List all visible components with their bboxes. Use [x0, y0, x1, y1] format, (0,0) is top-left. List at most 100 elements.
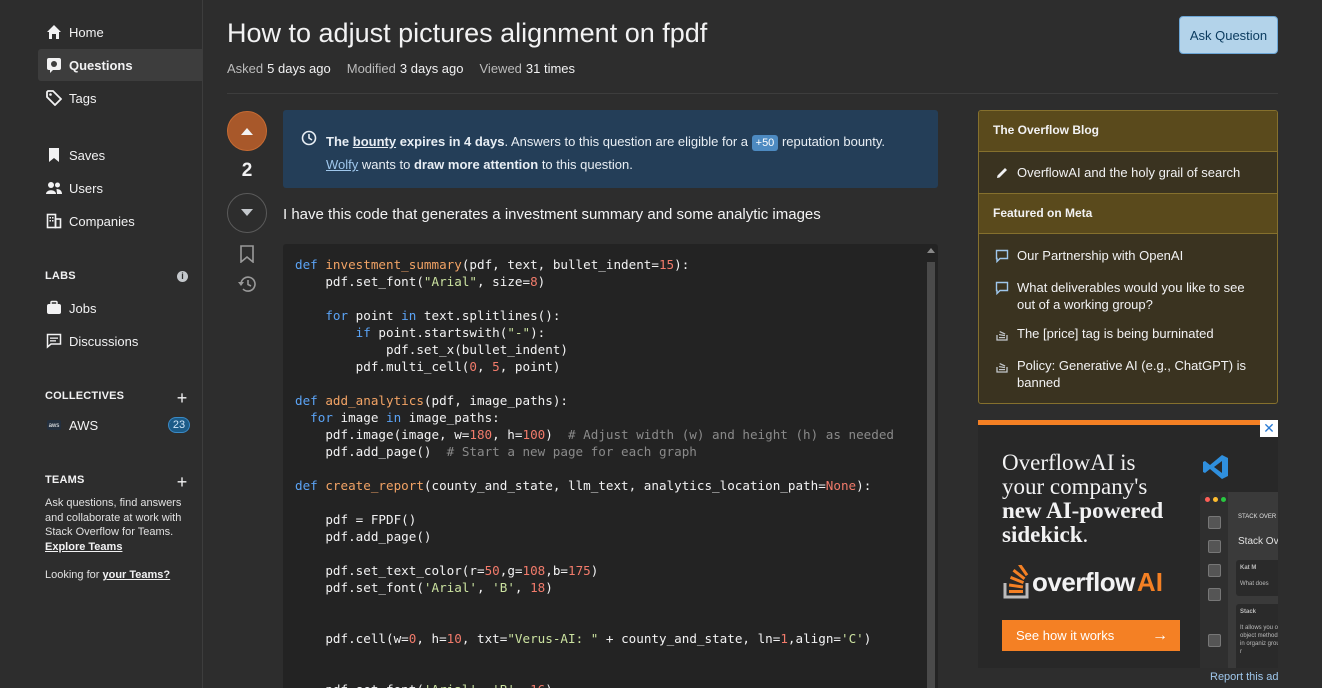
chat-bubble-icon	[995, 281, 1009, 295]
info-icon[interactable]: i	[177, 271, 188, 282]
teams-title: TEAMS	[45, 474, 85, 486]
bounty-text-3: wants to	[361, 157, 411, 172]
tag-icon	[46, 90, 62, 106]
bounty-expires: expires in 4 days	[399, 134, 505, 149]
bounty-link[interactable]: bounty	[353, 134, 396, 149]
preview-icon	[1208, 588, 1221, 601]
modified-value[interactable]: 3 days ago	[400, 61, 464, 76]
bounty-line-1: The bounty expires in 4 days. Answers to…	[326, 130, 922, 153]
nav-users[interactable]: Users	[38, 172, 202, 204]
ad-panel-user: Kat M	[1240, 565, 1257, 571]
ad-panel-question: What does	[1240, 581, 1269, 587]
briefcase-icon	[47, 300, 61, 314]
ad-line-3: new AI-powered	[1002, 498, 1164, 523]
meta-item[interactable]: What deliverables would you like to see …	[995, 279, 1265, 313]
stackoverflow-logo-icon	[1003, 565, 1029, 599]
bounty-notice: The bounty expires in 4 days. Answers to…	[283, 110, 938, 188]
ad-app-preview: STACK OVER Stack Ov Kat M What does Stac…	[1200, 492, 1278, 668]
preview-icon	[1208, 564, 1221, 577]
code-scrollbar[interactable]	[926, 248, 936, 688]
stackoverflow-icon	[996, 330, 1008, 341]
ad-panel-answer: It allows you of an object methods o in …	[1240, 625, 1278, 655]
add-team-button[interactable]: +	[175, 473, 189, 491]
history-icon[interactable]	[237, 275, 257, 293]
questions-icon	[47, 58, 61, 73]
scroll-thumb[interactable]	[927, 262, 935, 688]
modified-label: Modified	[346, 61, 396, 76]
ad-headline: OverflowAI is your company's new AI-powe…	[1002, 451, 1192, 547]
arrow-down-icon	[241, 209, 253, 216]
nav-questions[interactable]: Questions	[38, 49, 202, 81]
collectives-title: COLLECTIVES	[45, 390, 125, 402]
preview-icon	[1208, 634, 1221, 647]
nav-saves-label: Saves	[69, 147, 106, 163]
nav-tags[interactable]: Tags	[38, 82, 202, 114]
pencil-icon	[997, 168, 1007, 178]
nav-discussions[interactable]: Discussions	[38, 325, 202, 357]
report-ad-link[interactable]: Report this ad	[1210, 671, 1278, 683]
arrow-up-icon	[241, 128, 253, 135]
nav-tags-label: Tags	[69, 90, 97, 106]
nav-saves[interactable]: Saves	[38, 139, 202, 171]
nav-users-label: Users	[69, 180, 103, 196]
nav-home[interactable]: Home	[38, 16, 202, 48]
your-teams-link[interactable]: your Teams?	[103, 569, 171, 581]
meta-item-label: The [price] tag is being burninated	[1017, 326, 1214, 341]
labs-title: LABS	[45, 270, 76, 282]
nav-home-label: Home	[69, 24, 104, 40]
chat-bubble-icon	[995, 249, 1009, 263]
save-bookmark-icon[interactable]	[239, 245, 255, 263]
scroll-up-arrow[interactable]	[927, 248, 935, 253]
question-title[interactable]: How to adjust pictures alignment on fpdf	[227, 18, 707, 49]
nav-questions-label: Questions	[69, 57, 133, 73]
nav-companies[interactable]: Companies	[38, 205, 202, 237]
preview-icon	[1208, 540, 1221, 553]
looking-for-teams: Looking for your Teams?	[45, 569, 170, 581]
nav-jobs[interactable]: Jobs	[38, 292, 202, 324]
question-meta: Asked 5 days ago Modified 3 days ago Viewe…	[227, 61, 575, 76]
nav-aws-label: AWS	[69, 417, 99, 433]
advertisement[interactable]: OverflowAI is your company's new AI-powe…	[978, 420, 1278, 668]
upvote-button[interactable]	[227, 111, 267, 151]
ad-line-1: OverflowAI is	[1002, 450, 1136, 475]
asked-label: Asked	[227, 61, 264, 76]
explore-teams-link[interactable]: Explore Teams	[45, 541, 122, 553]
vscode-icon	[1203, 455, 1228, 479]
ad-line-2: your company's	[1002, 474, 1148, 499]
add-collective-button[interactable]: +	[175, 389, 189, 407]
overflow-blog-widget: The Overflow Blog OverflowAI and the hol…	[978, 110, 1278, 404]
meta-item-label: Our Partnership with OpenAI	[1017, 248, 1184, 263]
blog-item-label: OverflowAI and the holy grail of search	[1017, 165, 1241, 180]
see-how-it-works-button[interactable]: See how it works →	[1002, 620, 1180, 651]
meta-title: Featured on Meta	[979, 193, 1277, 234]
asked-info: Asked 5 days ago	[227, 61, 331, 76]
ad-panel-title: Stack Ov	[1238, 536, 1278, 547]
vote-count: 2	[241, 160, 253, 181]
ad-line-4: sidekick	[1002, 522, 1083, 547]
meta-item[interactable]: The [price] tag is being burninated	[995, 325, 1265, 342]
logo-ai: AI	[1136, 566, 1163, 597]
window-dots	[1205, 497, 1226, 502]
left-sidebar: Home Questions Tags Saves Users Companie…	[0, 0, 203, 688]
home-icon	[47, 25, 61, 39]
ask-question-button[interactable]: Ask Question	[1179, 16, 1278, 54]
overflowai-logo: overflow AI	[1002, 565, 1163, 599]
building-icon	[46, 213, 62, 229]
bounty-user-link[interactable]: Wolfy	[326, 157, 358, 172]
ad-panel-card: Stack It allows you of an object methods…	[1236, 604, 1278, 668]
logo-word: overflow	[1032, 566, 1135, 597]
downvote-button[interactable]	[227, 193, 267, 233]
nav-jobs-label: Jobs	[69, 300, 97, 316]
header-divider	[227, 93, 1278, 94]
blog-item[interactable]: OverflowAI and the holy grail of search	[995, 164, 1265, 181]
nav-companies-label: Companies	[69, 213, 135, 229]
meta-item[interactable]: Our Partnership with OpenAI	[995, 247, 1265, 264]
modified-info: Modified 3 days ago	[347, 61, 464, 76]
meta-item[interactable]: Policy: Generative AI (e.g., ChatGPT) is…	[995, 357, 1265, 391]
asked-value[interactable]: 5 days ago	[267, 61, 331, 76]
code-content: def investment_summary(pdf, text, bullet…	[295, 257, 895, 688]
close-ad-icon[interactable]: ✕	[1260, 420, 1278, 437]
bounty-amount-badge: +50	[751, 135, 779, 151]
code-block[interactable]: def investment_summary(pdf, text, bullet…	[283, 244, 938, 688]
bounty-text-4: to this question.	[541, 157, 633, 172]
